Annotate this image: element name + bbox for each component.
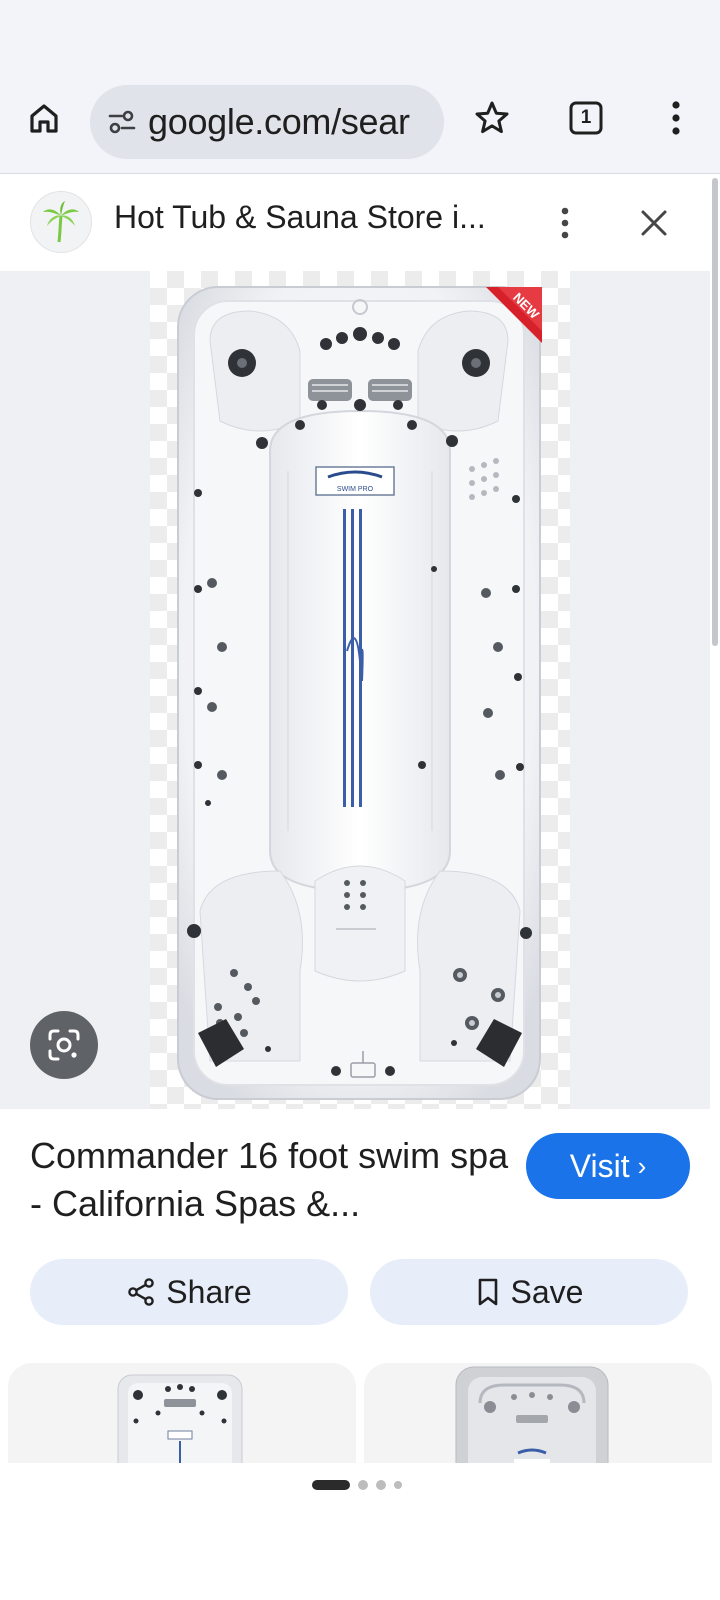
browser-toolbar: google.com/sear 1 (0, 70, 720, 174)
google-lens-icon (48, 1029, 80, 1061)
visit-button[interactable]: Visit › (526, 1133, 690, 1199)
palm-tree-icon (43, 201, 79, 243)
bookmark-star-button[interactable] (464, 90, 520, 146)
site-logo[interactable] (30, 191, 92, 253)
related-image-2[interactable] (364, 1363, 712, 1463)
share-label: Share (166, 1273, 252, 1310)
tab-count: 1 (580, 107, 592, 128)
tab-switcher-button[interactable]: 1 (558, 90, 614, 146)
home-icon (30, 104, 58, 133)
more-vert-icon (672, 101, 680, 135)
save-button[interactable]: Save (370, 1259, 688, 1325)
related-image-1[interactable] (8, 1363, 356, 1463)
home-button[interactable] (16, 90, 72, 146)
carousel-pager[interactable] (312, 1478, 410, 1492)
status-bar (0, 0, 720, 70)
close-icon (641, 210, 667, 236)
bookmark-icon (478, 1278, 497, 1306)
pager-dot-active[interactable] (312, 1480, 350, 1490)
image-viewer[interactable]: SWIM PRO NEW (0, 271, 710, 1109)
swim-spa-image[interactable]: SWIM PRO NEW (150, 271, 570, 1109)
chevron-right-icon: › (637, 1150, 647, 1181)
pager-dot[interactable] (358, 1480, 368, 1490)
related-spa-thumbnail (117, 1374, 243, 1463)
source-header: Hot Tub & Sauna Store i... (0, 175, 710, 271)
source-title[interactable]: Hot Tub & Sauna Store i... (114, 199, 486, 236)
more-vert-icon (561, 207, 569, 239)
scrollbar[interactable] (712, 178, 718, 646)
browser-menu-button[interactable] (648, 90, 704, 146)
google-lens-button[interactable] (30, 1011, 98, 1079)
related-images (0, 1363, 720, 1463)
pager-dot[interactable] (394, 1481, 402, 1489)
save-label: Save (510, 1273, 584, 1310)
close-button[interactable] (626, 195, 682, 251)
swim-spa-illustration: SWIM PRO NEW (177, 286, 543, 1100)
address-bar[interactable]: google.com/sear (90, 85, 444, 159)
result-title[interactable]: Commander 16 foot swim spa - California … (30, 1132, 510, 1228)
share-icon (128, 1278, 155, 1306)
url-text: google.com/sear (148, 101, 410, 142)
related-spa-thumbnail (455, 1366, 609, 1463)
star-icon (475, 101, 509, 134)
swim-pro-logo-text: SWIM PRO (337, 486, 374, 493)
source-more-button[interactable] (540, 195, 590, 251)
screen: google.com/sear 1 Hot Tub & Sauna Store … (0, 0, 720, 1600)
pager-dot[interactable] (376, 1480, 386, 1490)
site-info-icon[interactable] (102, 102, 142, 142)
share-button[interactable]: Share (30, 1259, 348, 1325)
visit-label: Visit (569, 1147, 630, 1184)
